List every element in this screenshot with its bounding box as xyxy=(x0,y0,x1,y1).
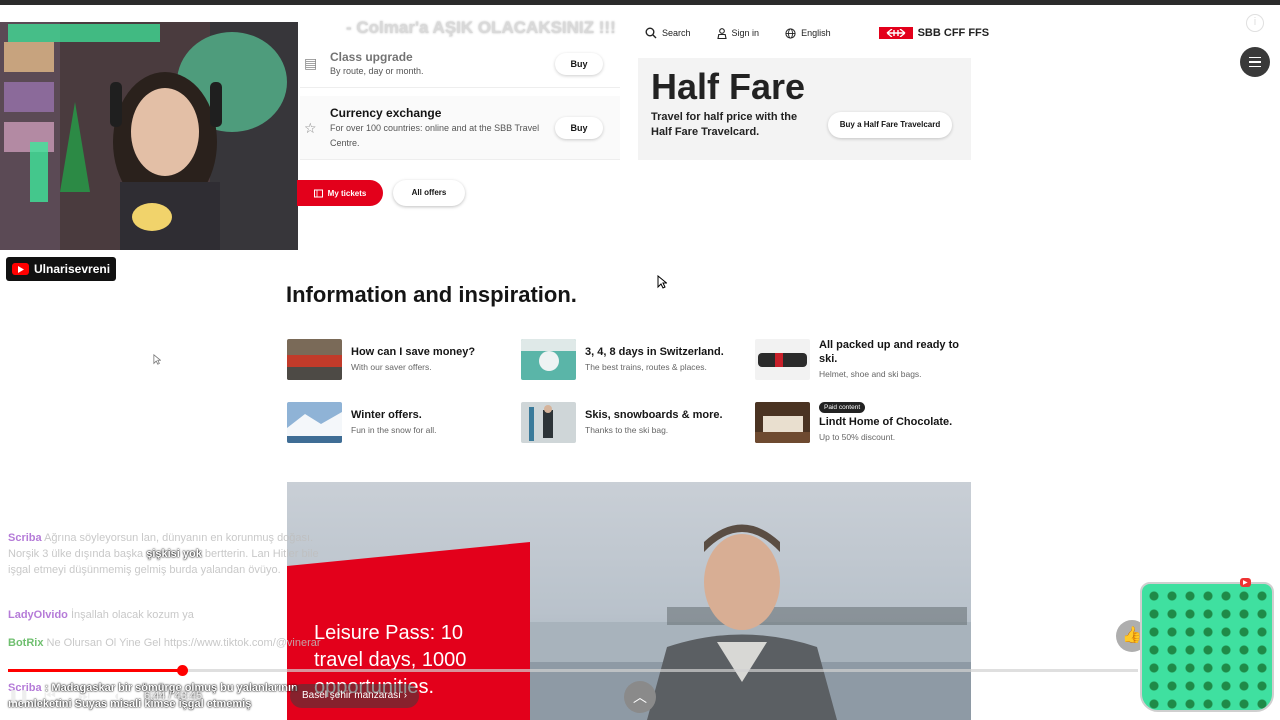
info-sub: Helmet, shoe and ski bags. xyxy=(819,369,922,379)
my-tickets-button[interactable]: My tickets xyxy=(297,180,383,206)
signin-link[interactable]: Sign in xyxy=(716,27,760,39)
language-label: English xyxy=(801,28,831,38)
chapter-label: Basel şehir manzarası xyxy=(302,690,401,701)
chevron-right-icon: › xyxy=(403,690,408,701)
subscribe-badge-icon: ▶ xyxy=(1240,578,1251,587)
youtube-icon xyxy=(12,263,29,275)
chapter-button[interactable]: Basel şehir manzarası › xyxy=(290,684,420,708)
progress-fill xyxy=(8,669,183,672)
offer-card-currency-exchange: ☆ Currency exchange For over 100 countri… xyxy=(300,96,620,160)
pause-icon[interactable]: ❚❚ xyxy=(8,688,30,704)
info-title: How can I save money? xyxy=(351,346,476,358)
time-current: 6:44 xyxy=(144,690,166,702)
all-offers-button[interactable]: All offers xyxy=(393,180,465,206)
chat-highlight: şişkisi yok xyxy=(146,548,202,560)
info-title: Lindt Home of Chocolate. xyxy=(819,416,953,428)
info-sub: With our saver offers. xyxy=(351,362,432,372)
subscribe-jar-overlay xyxy=(1140,582,1274,712)
chat-username: Scriba xyxy=(8,532,42,544)
info-icon[interactable]: i xyxy=(1246,14,1264,32)
mouse-cursor-icon xyxy=(153,354,161,365)
offer-desc: For over 100 countries: online and at th… xyxy=(330,123,540,148)
sbb-logo[interactable]: SBB CFF FFS xyxy=(878,27,990,39)
paid-content-badge: Paid content xyxy=(819,402,866,413)
user-icon xyxy=(716,27,727,39)
time-separator: / xyxy=(165,690,175,702)
chat-message: LadyOlvido İnşallah olacak kozum ya xyxy=(8,607,344,623)
channel-badge: Ulnarisevreni xyxy=(6,257,117,281)
previous-icon[interactable]: ⏮ xyxy=(42,688,58,704)
info-sub: Thanks to the ski bag. xyxy=(585,425,669,435)
info-item-winter-offers[interactable]: Winter offers. Fun in the snow for all. xyxy=(287,402,517,446)
offer-title: Class upgrade xyxy=(330,50,413,64)
buy-button[interactable]: Buy xyxy=(555,117,603,139)
player-controls: ❚❚ ⏮ ⏭ ◐ 6:44 / 43:45 xyxy=(8,684,202,708)
video-title: - Colmar'a AŞIK OLACAKSINIZ !!! xyxy=(346,18,616,37)
video-time: 6:44 / 43:45 xyxy=(144,690,202,702)
skier-thumbnail xyxy=(521,402,576,443)
star-icon: ☆ xyxy=(304,120,317,136)
ticket-icon xyxy=(313,189,323,197)
volume-icon[interactable]: ◐ xyxy=(110,688,126,704)
next-icon[interactable]: ⏭ xyxy=(76,688,92,704)
upgrade-icon: ▤ xyxy=(304,55,318,71)
info-title: All packed up and ready to ski. xyxy=(819,339,959,365)
chat-text: İnşallah olacak kozum ya xyxy=(70,609,194,621)
half-fare-subtitle: Travel for half price with the Half Fare… xyxy=(651,111,798,138)
info-item-ski-bags[interactable]: All packed up and ready to ski. Helmet, … xyxy=(755,339,985,383)
webcam-scene xyxy=(0,22,298,250)
buy-button[interactable]: Buy xyxy=(555,53,603,75)
chat-message: Scriba Ağrına söyleyorsun lan, dünyanın … xyxy=(8,530,344,578)
info-item-skis-snowboards[interactable]: Skis, snowboards & more. Thanks to the s… xyxy=(521,402,751,446)
sbb-logo-text: SBB CFF FFS xyxy=(917,27,990,39)
train-thumbnail xyxy=(287,339,342,380)
search-icon xyxy=(645,27,657,39)
search-link[interactable]: Search xyxy=(645,27,691,39)
chat-text: Ne Olursan Ol Yine Gel https://www.tikto… xyxy=(46,637,321,649)
info-title: Winter offers. xyxy=(351,409,422,421)
language-selector[interactable]: English xyxy=(785,27,831,39)
video-progress-bar[interactable] xyxy=(8,665,1138,676)
channel-name: Ulnarisevreni xyxy=(34,262,111,276)
info-item-save-money[interactable]: How can I save money? With our saver off… xyxy=(287,339,517,383)
offer-title: Currency exchange xyxy=(330,106,442,120)
half-fare-card: Half Fare Travel for half price with the… xyxy=(638,58,971,160)
section-title: Information and inspiration. xyxy=(286,282,577,307)
lake-thumbnail xyxy=(521,339,576,380)
progress-knob[interactable] xyxy=(177,665,189,676)
search-label: Search xyxy=(662,28,691,38)
ski-bag-thumbnail xyxy=(755,339,810,380)
info-item-days-in-switzerland[interactable]: 3, 4, 8 days in Switzerland. The best tr… xyxy=(521,339,751,383)
chat-username: BotRix xyxy=(8,637,44,649)
my-tickets-label: My tickets xyxy=(327,188,367,198)
info-sub: The best trains, routes & places. xyxy=(585,362,707,372)
chat-message: BotRix Ne Olursan Ol Yine Gel https://ww… xyxy=(8,635,344,651)
snow-thumbnail xyxy=(287,402,342,443)
globe-icon xyxy=(785,27,796,39)
info-title: Skis, snowboards & more. xyxy=(585,409,723,421)
scroll-up-icon[interactable]: ︿ xyxy=(624,681,656,713)
buy-half-fare-button[interactable]: Buy a Half Fare Travelcard xyxy=(828,112,952,138)
info-sub: Up to 50% discount. xyxy=(819,432,896,442)
browser-top-bar xyxy=(0,0,1280,5)
offer-card-class-upgrade: ▤ Class upgrade By route, day or month. … xyxy=(300,46,620,88)
menu-icon[interactable] xyxy=(1240,47,1270,77)
sbb-logo-icon xyxy=(878,27,913,39)
info-title: 3, 4, 8 days in Switzerland. xyxy=(585,346,724,358)
time-total: 43:45 xyxy=(174,690,203,702)
webcam-overlay xyxy=(0,22,298,250)
half-fare-title: Half Fare xyxy=(651,66,806,107)
chocolate-thumbnail xyxy=(755,402,810,443)
info-item-lindt[interactable]: Paid content Lindt Home of Chocolate. Up… xyxy=(755,402,985,446)
chat-username: LadyOlvido xyxy=(8,609,68,621)
offer-desc: By route, day or month. xyxy=(330,66,424,76)
site-header: Search Sign in English SBB CFF FFS xyxy=(645,22,989,44)
info-sub: Fun in the snow for all. xyxy=(351,425,437,435)
signin-label: Sign in xyxy=(731,28,760,38)
mouse-cursor-icon xyxy=(657,275,667,289)
